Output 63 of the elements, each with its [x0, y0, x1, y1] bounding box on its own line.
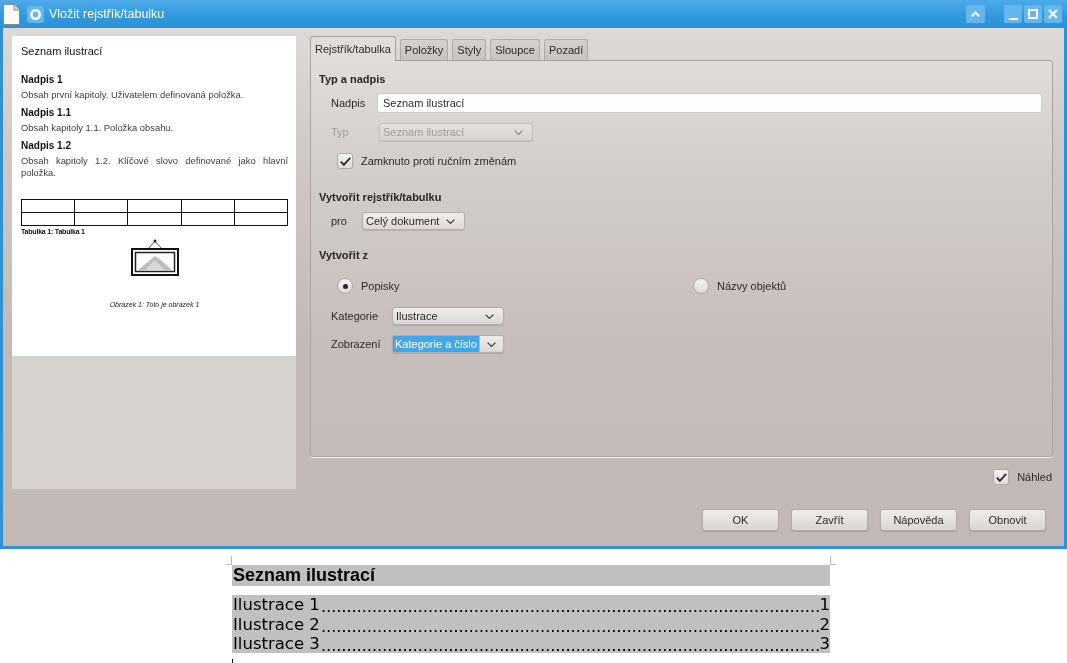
- preview-paragraph: Obsah kapitoly 1.2. Klíčové slovo definované jako hlavní položka.: [21, 155, 288, 179]
- title-input[interactable]: Seznam ilustrací: [377, 93, 1042, 113]
- maximize-icon: [1028, 9, 1038, 19]
- preview-heading: Nadpis 1.1: [21, 107, 73, 119]
- preview-paragraph: Obsah kapitoly 1.1. Položka obsahu.: [21, 122, 175, 134]
- entry-title: Ilustrace 3: [233, 633, 320, 653]
- preview-heading: Nadpis 1: [21, 74, 64, 86]
- dialog-button[interactable]: Obnovit: [969, 509, 1046, 531]
- chevron-down-icon: [487, 341, 496, 347]
- tab[interactable]: Styly: [452, 39, 487, 60]
- index-heading: Seznam ilustrací: [232, 565, 830, 586]
- checkbox-label[interactable]: Náhled: [1017, 471, 1052, 483]
- radio-button[interactable]: [693, 278, 709, 294]
- checkbox[interactable]: [337, 153, 353, 169]
- page-number: 3: [819, 633, 830, 653]
- checkbox-label[interactable]: Zamknuto proti ručním změnám: [361, 155, 517, 167]
- radio-label[interactable]: Názvy objektů: [717, 280, 787, 292]
- dialog-button[interactable]: OK: [702, 509, 779, 531]
- entry-title: Ilustrace 1: [233, 595, 320, 615]
- dialog-button[interactable]: Zavřít: [791, 509, 868, 531]
- radio-dot-icon: [342, 283, 348, 289]
- tab[interactable]: Položky: [399, 39, 449, 60]
- ring-icon: [27, 5, 44, 23]
- radio-button[interactable]: [337, 278, 353, 294]
- close-icon: [1048, 9, 1058, 19]
- window-title: Vložit rejstřík/tabulku: [49, 7, 165, 21]
- field-label: Kategorie: [331, 310, 380, 322]
- radio-label[interactable]: Popisky: [361, 280, 400, 292]
- entry-title: Ilustrace 2: [233, 614, 320, 634]
- text-cursor: [232, 658, 233, 663]
- maximize-button[interactable]: [1024, 5, 1042, 23]
- chevron-down-icon: [514, 129, 523, 135]
- scope-dropdown[interactable]: Celý dokument: [362, 212, 465, 230]
- preview-title: Seznam ilustrací: [21, 45, 104, 57]
- tick-icon: [339, 156, 351, 166]
- text-boundary-mark: [830, 556, 836, 565]
- tab[interactable]: Rejstřík/tabulka: [310, 36, 396, 61]
- page-number: 1: [819, 595, 830, 615]
- tab[interactable]: Sloupce: [490, 39, 540, 60]
- close-button[interactable]: [1044, 5, 1062, 23]
- preview-heading: Nadpis 1.2: [21, 140, 73, 152]
- chevron-down-icon: [485, 313, 494, 319]
- chevron-down-icon: [446, 218, 455, 224]
- category-dropdown[interactable]: Ilustrace: [392, 307, 504, 325]
- framed-picture-icon: [130, 239, 179, 276]
- tick-icon: [995, 472, 1007, 482]
- text-boundary-mark: [226, 556, 232, 565]
- field-label: Zobrazení: [331, 338, 382, 350]
- document-icon: [3, 3, 20, 25]
- section-heading: Typ a nadpis: [319, 72, 387, 86]
- caret-up-icon: [971, 11, 980, 17]
- tab[interactable]: Pozadí: [543, 39, 589, 60]
- field-label: pro: [331, 215, 348, 227]
- section-heading: Vytvořit z: [319, 248, 370, 262]
- keep-above-button[interactable]: [966, 5, 985, 23]
- field-label: Nadpis: [331, 97, 367, 109]
- page-number: 2: [819, 614, 830, 634]
- dialog-button[interactable]: Nápověda: [880, 509, 957, 531]
- section-heading: Vytvořit rejstřík/tabulku: [319, 190, 443, 204]
- minimize-icon: [1008, 17, 1018, 20]
- checkbox[interactable]: [993, 469, 1010, 485]
- minimize-button[interactable]: [1004, 5, 1022, 23]
- preview-paragraph: Obsah první kapitoly. Uživatelem definovaná položka.: [21, 89, 245, 101]
